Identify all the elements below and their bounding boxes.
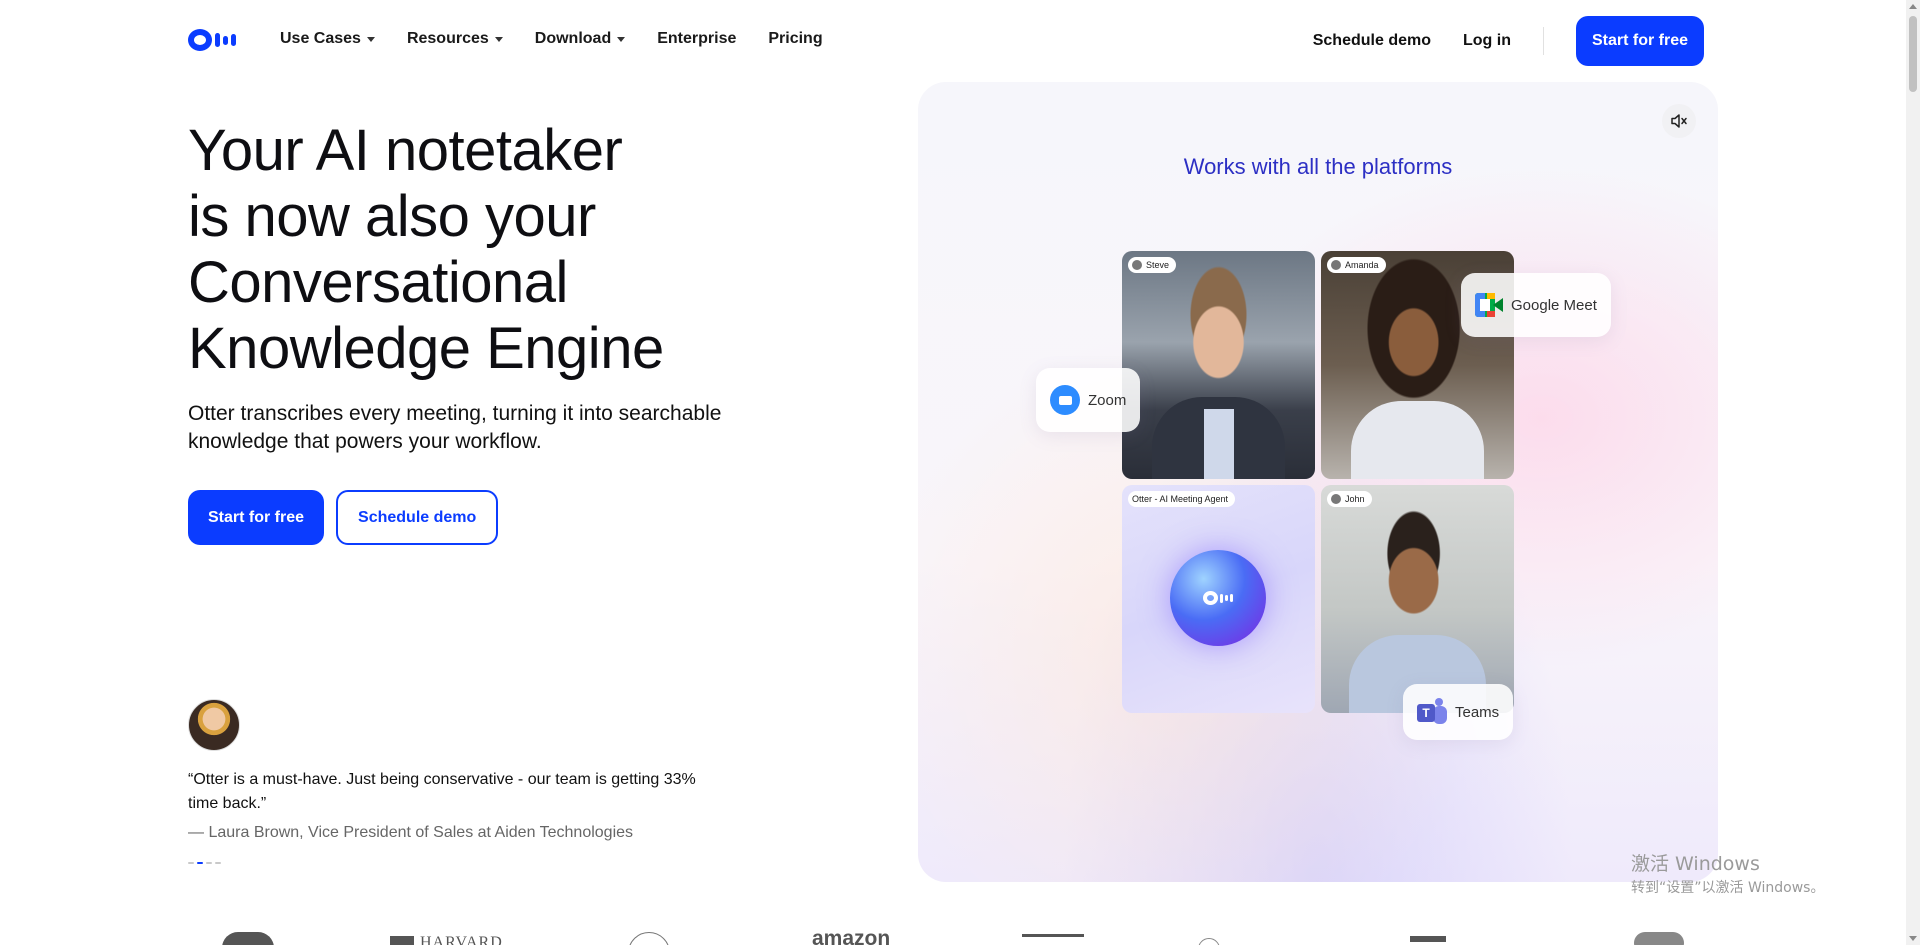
nav-schedule-demo-link[interactable]: Schedule demo <box>1313 32 1431 50</box>
logo-bar <box>1230 594 1233 602</box>
logo-bar <box>231 34 236 46</box>
video-tile-otter-agent: Otter - AI Meeting Agent <box>1122 485 1315 713</box>
customer-logo <box>1634 932 1684 945</box>
logo-o-mark <box>1203 591 1218 605</box>
participant-name: Amanda <box>1345 260 1379 270</box>
nav-use-cases[interactable]: Use Cases <box>280 30 375 48</box>
hero-title-line: Your AI notetaker <box>188 118 623 183</box>
participant-figure <box>1351 401 1484 479</box>
logo-bar <box>223 35 228 45</box>
nav-download[interactable]: Download <box>534 30 626 48</box>
page-scrollbar[interactable] <box>1906 0 1920 945</box>
chevron-down-icon <box>366 36 375 42</box>
nav-pricing-label: Pricing <box>768 30 823 47</box>
participant-tag: John <box>1327 491 1372 507</box>
customer-logo <box>628 932 670 945</box>
participant-name: Otter - AI Meeting Agent <box>1132 494 1229 504</box>
platform-name: Google Meet <box>1511 296 1597 314</box>
hero-cta-row: Start for free Schedule demo <box>188 490 499 545</box>
hero-schedule-demo-button[interactable]: Schedule demo <box>336 490 499 545</box>
carousel-dot-active[interactable] <box>197 862 203 864</box>
testimonial-attribution: — Laura Brown, Vice President of Sales a… <box>188 824 634 841</box>
nav-download-label: Download <box>534 30 612 47</box>
nav-enterprise[interactable]: Enterprise <box>657 30 736 48</box>
customer-logo-ibm <box>1022 934 1084 937</box>
nav-enterprise-label: Enterprise <box>657 30 737 47</box>
panel-title: Works with all the platforms <box>1183 154 1453 179</box>
customer-logo-amazon: amazon <box>812 928 891 945</box>
logo-bar <box>215 33 220 47</box>
testimonial-carousel-dots <box>188 862 221 864</box>
otter-agent-orb-icon <box>1170 550 1266 646</box>
speaker-muted-icon <box>1671 114 1687 128</box>
platform-name: Zoom <box>1088 391 1127 409</box>
windows-activation-watermark-title: 激活 Windows <box>1631 853 1760 875</box>
hero-title-line: Conversational <box>188 250 568 315</box>
chevron-down-icon <box>617 36 626 42</box>
platform-chip-teams: T Teams <box>1403 684 1514 740</box>
customer-logo-harvard: HARVARD <box>420 934 503 945</box>
nav-pricing[interactable]: Pricing <box>768 30 822 48</box>
nav-use-cases-label: Use Cases <box>280 30 361 47</box>
windows-activation-watermark-subtitle: 转到“设置”以激活 Windows。 <box>1631 880 1825 896</box>
platform-chip-google-meet: Google Meet <box>1461 273 1611 337</box>
carousel-dot[interactable] <box>206 862 212 864</box>
testimonial-avatar <box>188 699 240 751</box>
zoom-icon <box>1050 385 1080 415</box>
chevron-down-icon <box>494 36 503 42</box>
logo-bar <box>1220 593 1223 603</box>
nav-divider <box>1542 27 1544 55</box>
microsoft-teams-icon: T <box>1417 698 1447 726</box>
participant-avatar-icon <box>1132 260 1142 270</box>
customer-logo <box>1198 938 1220 945</box>
google-meet-icon <box>1475 293 1503 317</box>
platform-name: Teams <box>1455 703 1500 721</box>
carousel-dot[interactable] <box>188 862 194 864</box>
hero-title-line: is now also your <box>188 184 596 249</box>
participant-tag: Otter - AI Meeting Agent <box>1128 491 1236 507</box>
participant-name: Steve <box>1146 260 1170 270</box>
customer-logo <box>1410 936 1446 942</box>
hero-subtitle: Otter transcribes every meeting, turning… <box>188 402 722 453</box>
scroll-up-arrow-icon[interactable] <box>1909 4 1917 9</box>
carousel-dot[interactable] <box>215 862 221 864</box>
nav-start-free-button[interactable]: Start for free <box>1575 16 1704 66</box>
otter-logo[interactable] <box>188 29 236 51</box>
nav-log-in-link[interactable]: Log in <box>1463 32 1511 50</box>
logo-o-mark <box>188 29 212 51</box>
customer-logo-strip: HARVARD amazon <box>0 928 1906 945</box>
top-nav: Use Cases Resources Download Enterprise … <box>0 0 1906 80</box>
platform-chip-zoom: Zoom <box>1036 368 1141 432</box>
participant-shirt <box>1204 409 1234 479</box>
logo-bar <box>1225 595 1228 601</box>
hero-title-line: Knowledge Engine <box>188 316 664 381</box>
participant-name: John <box>1345 494 1365 504</box>
nav-resources-label: Resources <box>406 30 489 47</box>
hero-start-free-button[interactable]: Start for free <box>188 490 325 545</box>
customer-logo <box>222 932 274 945</box>
testimonial-quote: “Otter is a must-have. Just being conser… <box>188 771 696 812</box>
video-tile-john: John <box>1321 485 1514 713</box>
participant-tag: Amanda <box>1327 257 1386 273</box>
nav-actions: Schedule demo Log in Start for free <box>1313 16 1704 66</box>
video-tile-steve: Steve <box>1122 251 1315 479</box>
hero-title: Your AI notetaker is now also your Conve… <box>188 118 748 382</box>
participant-tag: Steve <box>1128 257 1177 273</box>
participant-avatar-icon <box>1331 260 1341 270</box>
scroll-down-arrow-icon[interactable] <box>1909 936 1917 941</box>
nav-resources[interactable]: Resources <box>407 30 503 48</box>
participant-avatar-icon <box>1331 494 1341 504</box>
mute-button[interactable] <box>1662 104 1696 138</box>
scrollbar-thumb[interactable] <box>1909 16 1917 92</box>
nav-links: Use Cases Resources Download Enterprise … <box>280 30 855 48</box>
customer-logo-shield-icon <box>390 936 414 945</box>
platforms-video-panel: Works with all the platforms Steve Amand… <box>918 82 1718 882</box>
